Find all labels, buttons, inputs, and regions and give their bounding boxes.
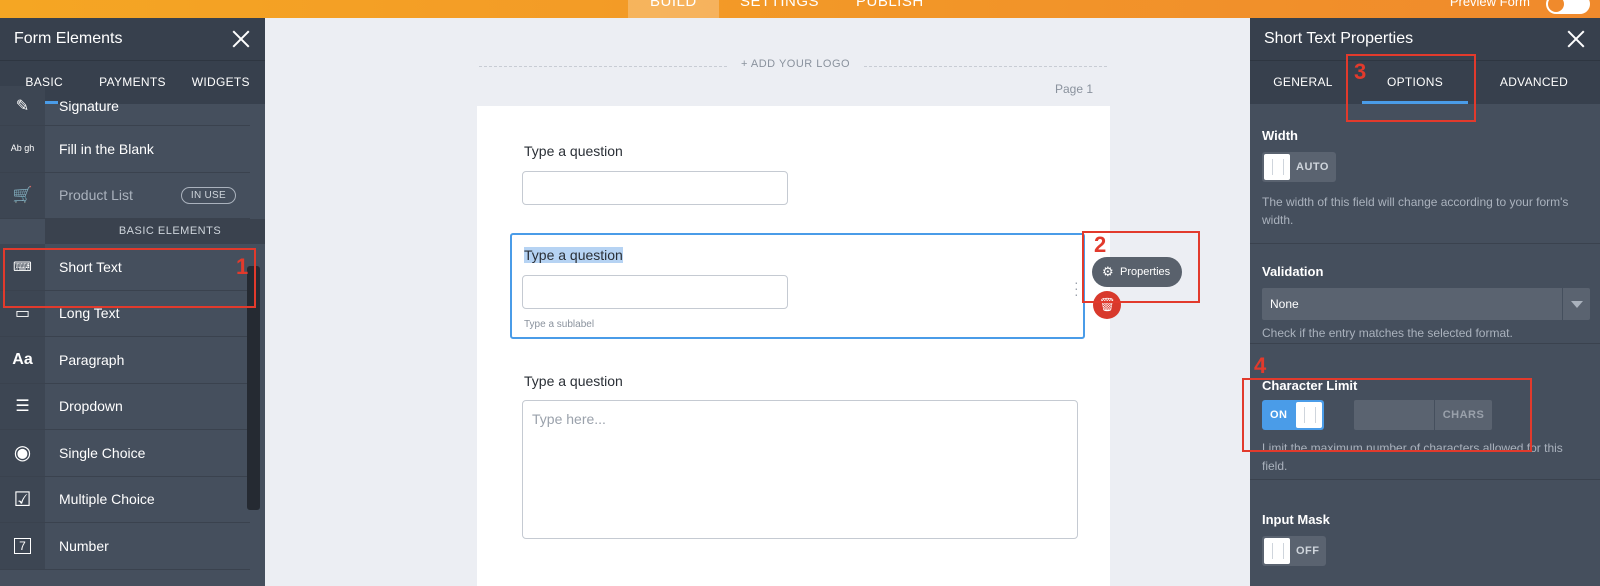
short-text-input-2[interactable] — [522, 275, 788, 309]
question-label-3[interactable]: Type a question — [524, 373, 623, 389]
tab-build[interactable]: BUILD — [628, 0, 719, 18]
validation-dropdown[interactable]: None — [1262, 288, 1590, 320]
width-toggle[interactable]: AUTO — [1262, 152, 1336, 182]
tab-general[interactable]: GENERAL — [1250, 61, 1356, 104]
element-label: Fill in the Blank — [59, 140, 154, 157]
top-bar: BUILD SETTINGS PUBLISH Preview Form — [0, 0, 1600, 18]
add-logo-link[interactable]: + ADD YOUR LOGO — [729, 58, 863, 70]
close-icon[interactable] — [1566, 29, 1586, 49]
chevron-down-icon — [1562, 288, 1590, 320]
tab-settings[interactable]: SETTINGS — [718, 0, 841, 18]
element-number[interactable]: 7 Number — [0, 523, 250, 570]
question-label-2-text: Type a question — [524, 247, 623, 263]
signature-icon: ✎ — [0, 86, 45, 125]
width-section: Width AUTO The width of this field will … — [1250, 104, 1600, 244]
form-elements-header: Form Elements — [0, 18, 265, 60]
properties-title: Short Text Properties — [1264, 30, 1414, 47]
input-mask-section: Input Mask OFF — [1250, 480, 1600, 586]
tab-publish[interactable]: PUBLISH — [834, 0, 946, 18]
element-label: Single Choice — [59, 444, 146, 461]
element-label: Dropdown — [59, 398, 123, 415]
element-multiple-choice[interactable]: ☑ Multiple Choice — [0, 476, 250, 523]
annotation-box-4 — [1242, 378, 1532, 452]
input-mask-label: Input Mask — [1262, 512, 1330, 527]
validation-section: Validation None Check if the entry match… — [1250, 244, 1600, 344]
width-toggle-text: AUTO — [1296, 161, 1329, 173]
input-mask-toggle-text: OFF — [1296, 545, 1320, 557]
sublabel[interactable]: Type a sublabel — [524, 319, 594, 330]
in-use-badge: IN USE — [180, 186, 236, 204]
element-product-list[interactable]: 🛒 Product List IN USE — [0, 172, 250, 219]
element-label: Paragraph — [59, 351, 125, 368]
page-number: Page 1 — [1055, 82, 1094, 96]
element-label: Number — [59, 537, 109, 554]
element-label: Signature — [59, 97, 119, 114]
number-icon: 7 — [0, 523, 45, 569]
checkbox-icon: ☑ — [0, 476, 45, 522]
annotation-number-2: 2 — [1094, 232, 1107, 257]
element-fill-in-the-blank[interactable]: Ab gh Fill in the Blank — [0, 126, 250, 173]
annotation-number-1: 1 — [236, 254, 249, 279]
element-dropdown[interactable]: ☰ Dropdown — [0, 383, 250, 430]
form-elements-title: Form Elements — [14, 30, 123, 47]
question-label-1[interactable]: Type a question — [524, 143, 623, 159]
paragraph-icon: Aa — [0, 337, 45, 383]
question-label-2[interactable]: Type a question — [524, 247, 623, 263]
annotation-number-4: 4 — [1254, 353, 1267, 378]
width-help: The width of this field will change acco… — [1262, 195, 1569, 227]
cart-icon: 🛒 — [0, 172, 45, 218]
section-basic-elements: BASIC ELEMENTS — [45, 219, 265, 244]
validation-help: Check if the entry matches the selected … — [1262, 326, 1513, 340]
element-label: Product List — [59, 187, 133, 204]
input-mask-toggle[interactable]: OFF — [1262, 536, 1326, 566]
element-signature[interactable]: ✎ Signature — [0, 86, 250, 126]
element-list: ✎ Signature Ab gh Fill in the Blank 🛒 Pr… — [0, 86, 265, 570]
annotation-number-3: 3 — [1354, 59, 1367, 84]
preview-form-toggle[interactable] — [1546, 0, 1590, 14]
toggle-knob — [1264, 154, 1290, 180]
textarea-placeholder: Type here... — [532, 411, 606, 427]
validation-value: None — [1270, 297, 1299, 311]
preview-form-label: Preview Form — [1449, 0, 1530, 9]
number-icon-glyph: 7 — [14, 537, 31, 554]
element-label: Multiple Choice — [59, 491, 155, 508]
short-text-input-1[interactable] — [522, 171, 788, 205]
dropdown-icon: ☰ — [0, 383, 45, 429]
width-label: Width — [1262, 128, 1298, 143]
tab-advanced[interactable]: ADVANCED — [1474, 61, 1594, 104]
drag-handle-icon[interactable]: · · · — [1074, 275, 1079, 301]
toggle-knob — [1264, 538, 1290, 564]
fill-blank-icon: Ab gh — [0, 126, 45, 172]
validation-label: Validation — [1262, 264, 1324, 279]
close-icon[interactable] — [231, 29, 251, 49]
radio-icon: ◉ — [0, 430, 45, 476]
element-paragraph[interactable]: Aa Paragraph — [0, 337, 250, 384]
element-single-choice[interactable]: ◉ Single Choice — [0, 430, 250, 477]
annotation-box-1 — [3, 248, 256, 308]
